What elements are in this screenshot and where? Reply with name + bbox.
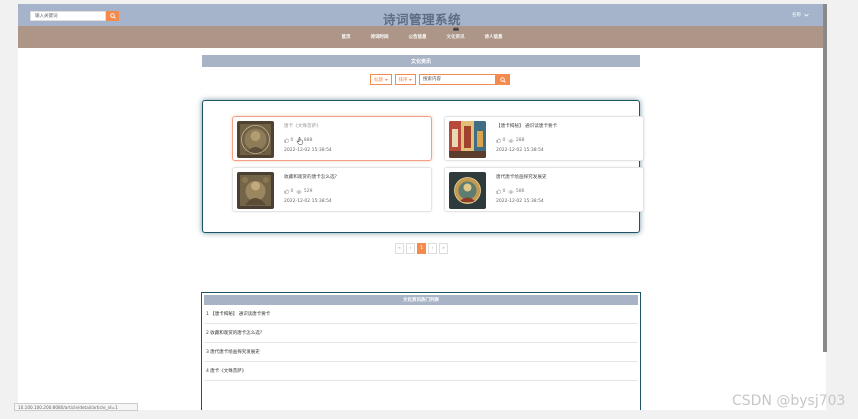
hot-list-item[interactable]: 2 收藏和观赏的唐卡怎么选? [204, 324, 638, 343]
like-count: 0 [502, 138, 506, 143]
nav-item-culture-label: 文化资讯 [446, 35, 465, 40]
top-header: 诗词管理系统 名称 [18, 4, 826, 27]
article-title: 收藏和观赏的唐卡怎么选? [284, 175, 337, 180]
article-thumbnail [449, 172, 486, 209]
nav-item-notices[interactable]: 公告信息 [409, 31, 427, 43]
like-stat: 0 [284, 138, 293, 143]
content-search-input[interactable] [419, 74, 496, 85]
search-icon [500, 76, 506, 83]
like-count: 0 [290, 189, 294, 194]
scrollbar[interactable] [823, 4, 827, 352]
like-stat: 0 [496, 138, 505, 143]
view-count: 288 [515, 138, 525, 143]
active-nav-marker-icon [452, 26, 459, 31]
article-date: 2022-12-02 15:38:54 [496, 148, 544, 153]
view-stat: 288 [508, 138, 524, 143]
article-card[interactable]: 唐代唐卡绘画探究发展史 0 586 2022-12-02 15:38:54 [444, 167, 644, 212]
article-stats: 0 529 [284, 189, 312, 194]
view-stat: 529 [296, 189, 312, 194]
thumbs-up-icon [284, 189, 289, 194]
thumbs-up-icon [496, 189, 501, 194]
user-label: 名称 [792, 13, 801, 18]
article-thumbnail [449, 121, 486, 158]
nav-item-culture[interactable]: 文化资讯 [446, 26, 465, 43]
next-page-button[interactable]: › [428, 243, 437, 254]
eye-icon [508, 138, 515, 143]
title-dropdown-label: 标题 [374, 77, 383, 83]
caret-down-icon [409, 78, 412, 81]
like-stat: 0 [496, 189, 505, 194]
section-title: 文化资讯 [202, 55, 640, 67]
article-card[interactable]: 收藏和观赏的唐卡怎么选? 0 529 2022-12-02 15:38:54 [232, 167, 432, 212]
nav-item-poets[interactable]: 诗人信息 [485, 31, 503, 43]
article-stats: 0 288 [496, 138, 524, 143]
article-card[interactable]: 【唐卡揭秘】 通识读唐卡要卡 0 288 2022-12-02 15:38:54 [444, 116, 644, 161]
article-card-panel: 唐卡《文殊菩萨》 0 888 2022-12-02 15:38:54 【唐卡揭秘… [202, 100, 644, 233]
user-menu[interactable]: 名称 [792, 12, 809, 18]
view-count: 888 [303, 138, 313, 143]
watermark: CSDN @bysj703 [732, 393, 846, 409]
content-search-button[interactable] [496, 74, 510, 85]
article-date: 2022-12-02 15:38:54 [496, 199, 544, 204]
hot-list-panel: 文化资讯热门列表 1 【唐卡揭秘】 通识读唐卡要卡 2 收藏和观赏的唐卡怎么选?… [201, 292, 641, 410]
sort-dropdown[interactable]: 排序 [394, 74, 416, 85]
nav-item-poems[interactable]: 诗词时间 [371, 31, 389, 43]
title-dropdown[interactable]: 标题 [370, 74, 392, 85]
article-thumbnail [237, 172, 274, 209]
like-stat: 0 [284, 189, 293, 194]
main-nav: 首页 诗词时间 公告信息 文化资讯 诗人信息 [18, 26, 826, 48]
view-stat: 586 [508, 189, 524, 194]
pagination: « ‹ 1 › » [395, 243, 448, 254]
article-title: 唐代唐卡绘画探究发展史 [496, 175, 547, 180]
hot-list-item[interactable]: 3 唐代唐卡绘画探究发展史 [204, 343, 638, 362]
sort-dropdown-label: 排序 [398, 77, 408, 83]
hot-list-title: 文化资讯热门列表 [204, 295, 638, 305]
view-count: 529 [303, 189, 313, 194]
eye-icon [296, 189, 303, 194]
like-count: 0 [290, 138, 294, 143]
view-count: 586 [515, 189, 525, 194]
article-title: 唐卡《文殊菩萨》 [284, 124, 321, 129]
thumbs-up-icon [496, 138, 501, 143]
nav-item-home[interactable]: 首页 [342, 31, 351, 43]
browser-viewport: 诗词管理系统 名称 首页 诗词时间 公告信息 文化资讯 诗人信息 文化资讯 标题… [18, 4, 826, 410]
eye-icon [508, 189, 515, 194]
link-status-bar: 10.100.100.200:8080/article/detail/artic… [14, 403, 138, 411]
filter-bar: 标题 排序 [370, 74, 510, 85]
last-page-button[interactable]: » [439, 243, 448, 254]
hand-cursor-icon [297, 137, 303, 145]
article-card[interactable]: 唐卡《文殊菩萨》 0 888 2022-12-02 15:38:54 [232, 116, 432, 161]
article-date: 2022-12-02 15:38:54 [284, 148, 332, 153]
hot-list-item[interactable]: 1 【唐卡揭秘】 通识读唐卡要卡 [204, 305, 638, 324]
chevron-down-icon [804, 13, 809, 17]
hot-list-item[interactable]: 4 唐卡《文殊菩萨》 [204, 362, 638, 381]
article-date: 2022-12-02 15:38:54 [284, 199, 332, 204]
caret-down-icon [384, 78, 388, 81]
prev-page-button[interactable]: ‹ [406, 243, 415, 254]
like-count: 0 [502, 189, 506, 194]
article-stats: 0 586 [496, 189, 524, 194]
page-button-current[interactable]: 1 [417, 243, 426, 254]
article-title: 【唐卡揭秘】 通识读唐卡要卡 [496, 124, 558, 129]
first-page-button[interactable]: « [395, 243, 404, 254]
thumbs-up-icon [284, 138, 289, 143]
article-thumbnail [237, 121, 274, 158]
hot-list: 1 【唐卡揭秘】 通识读唐卡要卡 2 收藏和观赏的唐卡怎么选? 3 唐代唐卡绘画… [202, 305, 640, 381]
